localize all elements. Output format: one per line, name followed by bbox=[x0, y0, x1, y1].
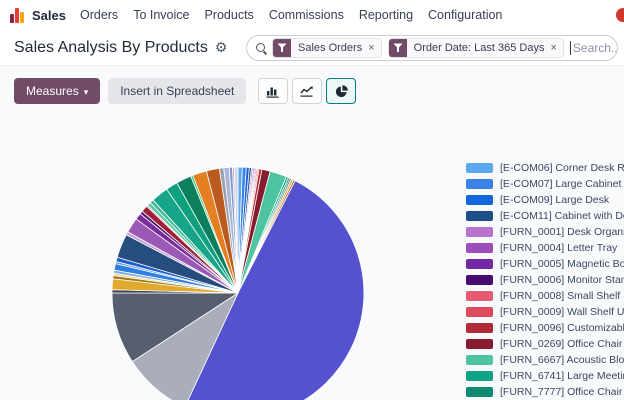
line-chart-button[interactable] bbox=[292, 78, 322, 104]
toolbar: Measures▾ Insert in Spreadsheet bbox=[0, 66, 624, 112]
legend-swatch bbox=[466, 339, 493, 349]
legend-swatch bbox=[466, 307, 493, 317]
chart-legend: [E-COM06] Corner Desk Right S [E-COM07] L… bbox=[466, 160, 624, 400]
close-icon[interactable]: × bbox=[367, 42, 380, 54]
sales-app-icon[interactable] bbox=[10, 8, 24, 23]
facet-list: Sales Orders×Order Date: Last 365 Days× bbox=[272, 38, 570, 58]
legend-label: [FURN_6667] Acoustic Bloc Sc bbox=[500, 354, 624, 366]
search-bar[interactable]: Sales Orders×Order Date: Last 365 Days× … bbox=[246, 35, 618, 61]
legend-label: [E-COM06] Corner Desk Right S bbox=[500, 162, 624, 174]
legend-swatch bbox=[466, 291, 493, 301]
legend-label: [FURN_0008] Small Shelf bbox=[500, 290, 620, 302]
legend-swatch bbox=[466, 371, 493, 381]
legend-item[interactable]: [FURN_0009] Wall Shelf Unit bbox=[466, 304, 624, 320]
filter-funnel-icon bbox=[389, 38, 407, 58]
legend-item[interactable]: [E-COM06] Corner Desk Right S bbox=[466, 160, 624, 176]
pie-chart-area: [E-COM06] Corner Desk Right S [E-COM07] L… bbox=[0, 108, 624, 400]
legend-label: [FURN_0096] Customizable De bbox=[500, 322, 624, 334]
pie-chart-icon bbox=[334, 84, 349, 99]
search-facet[interactable]: Order Date: Last 365 Days× bbox=[388, 38, 564, 58]
line-chart-icon bbox=[299, 84, 315, 98]
nav-menu: Orders To Invoice Products Commissions Repor… bbox=[80, 8, 502, 22]
legend-item[interactable]: [FURN_6741] Large Meeting Ta bbox=[466, 368, 624, 384]
legend-label: [FURN_6741] Large Meeting Ta bbox=[500, 370, 624, 382]
legend-label: [FURN_0004] Letter Tray bbox=[500, 242, 617, 254]
legend-item[interactable]: [FURN_0269] Office Chair Blac bbox=[466, 336, 624, 352]
legend-item[interactable]: [FURN_0096] Customizable De bbox=[466, 320, 624, 336]
legend-item[interactable]: [FURN_6667] Acoustic Bloc Sc bbox=[466, 352, 624, 368]
legend-label: [FURN_7777] Office Chair bbox=[500, 386, 622, 398]
nav-item-products[interactable]: Products bbox=[204, 8, 253, 22]
filter-funnel-icon bbox=[273, 38, 291, 58]
legend-item[interactable]: [FURN_7777] Office Chair bbox=[466, 384, 624, 400]
legend-item[interactable]: [E-COM09] Large Desk bbox=[466, 192, 624, 208]
nav-item-commissions[interactable]: Commissions bbox=[269, 8, 344, 22]
nav-item-reporting[interactable]: Reporting bbox=[359, 8, 413, 22]
legend-label: [FURN_0269] Office Chair Blac bbox=[500, 338, 624, 350]
legend-label: [FURN_0005] Magnetic Board bbox=[500, 258, 624, 270]
user-avatar[interactable] bbox=[616, 8, 624, 22]
legend-item[interactable]: [FURN_0005] Magnetic Board bbox=[466, 256, 624, 272]
pie-chart[interactable] bbox=[111, 166, 365, 400]
control-panel: Sales Analysis By Products ⚙ Sales Order… bbox=[0, 30, 624, 66]
chevron-down-icon: ▾ bbox=[84, 87, 89, 97]
legend-label: [FURN_0001] Desk Organizer bbox=[500, 226, 624, 238]
content-area: Measures▾ Insert in Spreadsheet bbox=[0, 66, 624, 400]
legend-swatch bbox=[466, 275, 493, 285]
legend-swatch bbox=[466, 195, 493, 205]
legend-label: [FURN_0009] Wall Shelf Unit bbox=[500, 306, 624, 318]
legend-swatch bbox=[466, 243, 493, 253]
search-icon bbox=[256, 43, 265, 52]
page-title: Sales Analysis By Products bbox=[14, 39, 208, 57]
legend-swatch bbox=[466, 179, 493, 189]
search-input[interactable]: Search... bbox=[570, 41, 618, 55]
legend-label: [E-COM07] Large Cabinet bbox=[500, 178, 621, 190]
legend-swatch bbox=[466, 163, 493, 173]
bar-chart-icon bbox=[265, 84, 281, 98]
pie-chart-button[interactable] bbox=[326, 78, 356, 104]
measures-button[interactable]: Measures▾ bbox=[14, 78, 100, 104]
legend-swatch bbox=[466, 227, 493, 237]
search-facet[interactable]: Sales Orders× bbox=[272, 38, 382, 58]
nav-item-orders[interactable]: Orders bbox=[80, 8, 118, 22]
gear-icon[interactable]: ⚙ bbox=[215, 39, 228, 56]
legend-item[interactable]: [E-COM07] Large Cabinet bbox=[466, 176, 624, 192]
legend-item[interactable]: [FURN_0006] Monitor Stand bbox=[466, 272, 624, 288]
facet-label: Order Date: Last 365 Days bbox=[407, 42, 550, 54]
legend-swatch bbox=[466, 355, 493, 365]
legend-label: [E-COM11] Cabinet with Doors bbox=[500, 210, 624, 222]
legend-item[interactable]: [E-COM11] Cabinet with Doors bbox=[466, 208, 624, 224]
insert-in-spreadsheet-button[interactable]: Insert in Spreadsheet bbox=[108, 78, 246, 104]
top-navbar: Sales Orders To Invoice Products Commission… bbox=[0, 0, 624, 30]
nav-item-to-invoice[interactable]: To Invoice bbox=[133, 8, 189, 22]
legend-label: [E-COM09] Large Desk bbox=[500, 194, 609, 206]
legend-swatch bbox=[466, 211, 493, 221]
close-icon[interactable]: × bbox=[549, 42, 562, 54]
legend-swatch bbox=[466, 387, 493, 397]
legend-item[interactable]: [FURN_0001] Desk Organizer bbox=[466, 224, 624, 240]
facet-label: Sales Orders bbox=[291, 42, 367, 54]
chart-type-switcher bbox=[258, 78, 356, 104]
legend-item[interactable]: [FURN_0004] Letter Tray bbox=[466, 240, 624, 256]
legend-swatch bbox=[466, 259, 493, 269]
legend-item[interactable]: [FURN_0008] Small Shelf bbox=[466, 288, 624, 304]
app-name[interactable]: Sales bbox=[32, 8, 66, 23]
legend-label: [FURN_0006] Monitor Stand bbox=[500, 274, 624, 286]
legend-swatch bbox=[466, 323, 493, 333]
bar-chart-button[interactable] bbox=[258, 78, 288, 104]
nav-item-configuration[interactable]: Configuration bbox=[428, 8, 502, 22]
